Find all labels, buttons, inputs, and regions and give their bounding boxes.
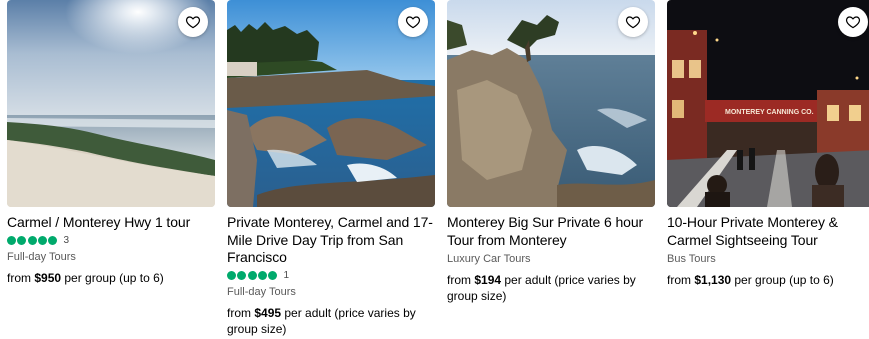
rating-bubble-icon [268, 270, 278, 280]
review-count: 1 [283, 269, 290, 281]
save-heart-button[interactable] [618, 7, 648, 37]
tour-category: Luxury Car Tours [447, 253, 531, 265]
save-heart-button[interactable] [838, 7, 868, 37]
tour-title[interactable]: 10-Hour Private Monterey & Carmel Sights… [667, 214, 869, 249]
heart-icon [845, 16, 861, 29]
tour-title[interactable]: Carmel / Monterey Hwy 1 tour [7, 214, 215, 232]
tour-title[interactable]: Private Monterey, Carmel and 17-Mile Dri… [227, 214, 435, 267]
heart-icon [185, 16, 201, 29]
tour-card[interactable]: Carmel / Monterey Hwy 1 tour 3 Full-day … [7, 0, 215, 286]
tour-category: Full-day Tours [7, 250, 76, 263]
heart-icon [625, 16, 641, 29]
rating-bubble-icon [247, 270, 257, 280]
rating-bubble-icon [257, 270, 267, 280]
tour-photo[interactable] [227, 0, 435, 207]
rating-bubble-icon [7, 235, 16, 245]
tour-price: from $495 per adult (price varies by gro… [227, 305, 416, 336]
rating-bubbles: 1 [227, 269, 435, 282]
save-heart-button[interactable] [178, 7, 208, 37]
rating-bubbles: 3 [7, 234, 215, 247]
rating-bubble-icon [37, 235, 47, 245]
rating-bubble-icon [237, 270, 247, 280]
save-heart-button[interactable] [398, 7, 428, 37]
tour-card[interactable]: Monterey Big Sur Private 6 hour Tour fro… [447, 0, 655, 304]
rating-bubble-icon [227, 270, 236, 280]
rating-bubble-icon [27, 235, 37, 245]
tour-price: from $194 per adult (price varies by gro… [447, 273, 636, 303]
tour-price: from $1,130 per group (up to 6) [667, 273, 834, 287]
tour-card[interactable]: Private Monterey, Carmel and 17-Mile Dri… [227, 0, 435, 337]
review-count: 3 [63, 234, 70, 246]
tour-photo[interactable] [7, 0, 215, 207]
tour-category: Bus Tours [667, 253, 716, 265]
tour-photo[interactable] [447, 0, 655, 207]
tour-title[interactable]: Monterey Big Sur Private 6 hour Tour fro… [447, 214, 655, 249]
monterey-canning-sign: MONTEREY CANNING CO. [725, 109, 814, 116]
heart-icon [405, 16, 421, 29]
tour-card-row: Carmel / Monterey Hwy 1 tour 3 Full-day … [0, 0, 869, 339]
tour-category: Full-day Tours [227, 285, 296, 298]
tour-price: from $950 per group (up to 6) [7, 270, 164, 285]
tour-photo[interactable]: MONTEREY CANNING CO. [667, 0, 869, 207]
rating-bubble-icon [48, 235, 58, 245]
tour-card[interactable]: MONTEREY CANNING CO. 10-Hour Private Mon… [667, 0, 869, 288]
rating-bubble-icon [17, 235, 27, 245]
